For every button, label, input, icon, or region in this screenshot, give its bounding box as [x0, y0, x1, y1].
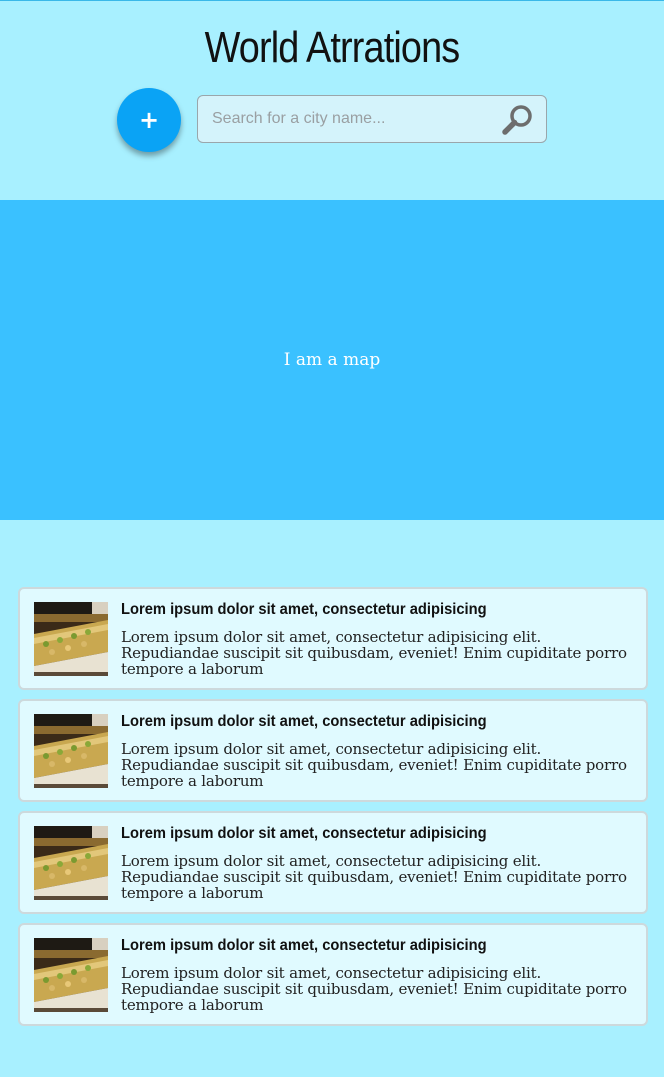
attraction-card[interactable]: Lorem ipsum dolor sit amet, consectetur …	[18, 923, 648, 1026]
attraction-card[interactable]: Lorem ipsum dolor sit amet, consectetur …	[18, 699, 648, 802]
search-icon[interactable]	[501, 103, 535, 137]
attraction-thumbnail	[34, 826, 108, 900]
attraction-card[interactable]: Lorem ipsum dolor sit amet, consectetur …	[18, 811, 648, 914]
attraction-title: Lorem ipsum dolor sit amet, consectetur …	[121, 601, 487, 618]
attraction-thumbnail	[34, 938, 108, 1012]
attraction-description: Lorem ipsum dolor sit amet, consectetur …	[121, 628, 627, 678]
attraction-list: Lorem ipsum dolor sit amet, consectetur …	[18, 587, 648, 1035]
attraction-description: Lorem ipsum dolor sit amet, consectetur …	[121, 964, 627, 1014]
page-title: World Atrrations	[204, 23, 461, 72]
map[interactable]: I am a map	[0, 200, 664, 520]
search-box	[197, 95, 547, 143]
search-input[interactable]	[212, 96, 492, 142]
add-attraction-button[interactable]: +	[117, 88, 181, 152]
attraction-description: Lorem ipsum dolor sit amet, consectetur …	[121, 740, 627, 790]
map-placeholder-label: I am a map	[283, 350, 381, 370]
attraction-thumbnail	[34, 714, 108, 788]
attraction-description: Lorem ipsum dolor sit amet, consectetur …	[121, 852, 627, 902]
attraction-card[interactable]: Lorem ipsum dolor sit amet, consectetur …	[18, 587, 648, 690]
attraction-title: Lorem ipsum dolor sit amet, consectetur …	[121, 825, 487, 842]
plus-icon: +	[138, 106, 160, 134]
attraction-title: Lorem ipsum dolor sit amet, consectetur …	[121, 713, 487, 730]
attraction-thumbnail	[34, 602, 108, 676]
top-border	[0, 0, 664, 1]
attraction-title: Lorem ipsum dolor sit amet, consectetur …	[121, 937, 487, 954]
